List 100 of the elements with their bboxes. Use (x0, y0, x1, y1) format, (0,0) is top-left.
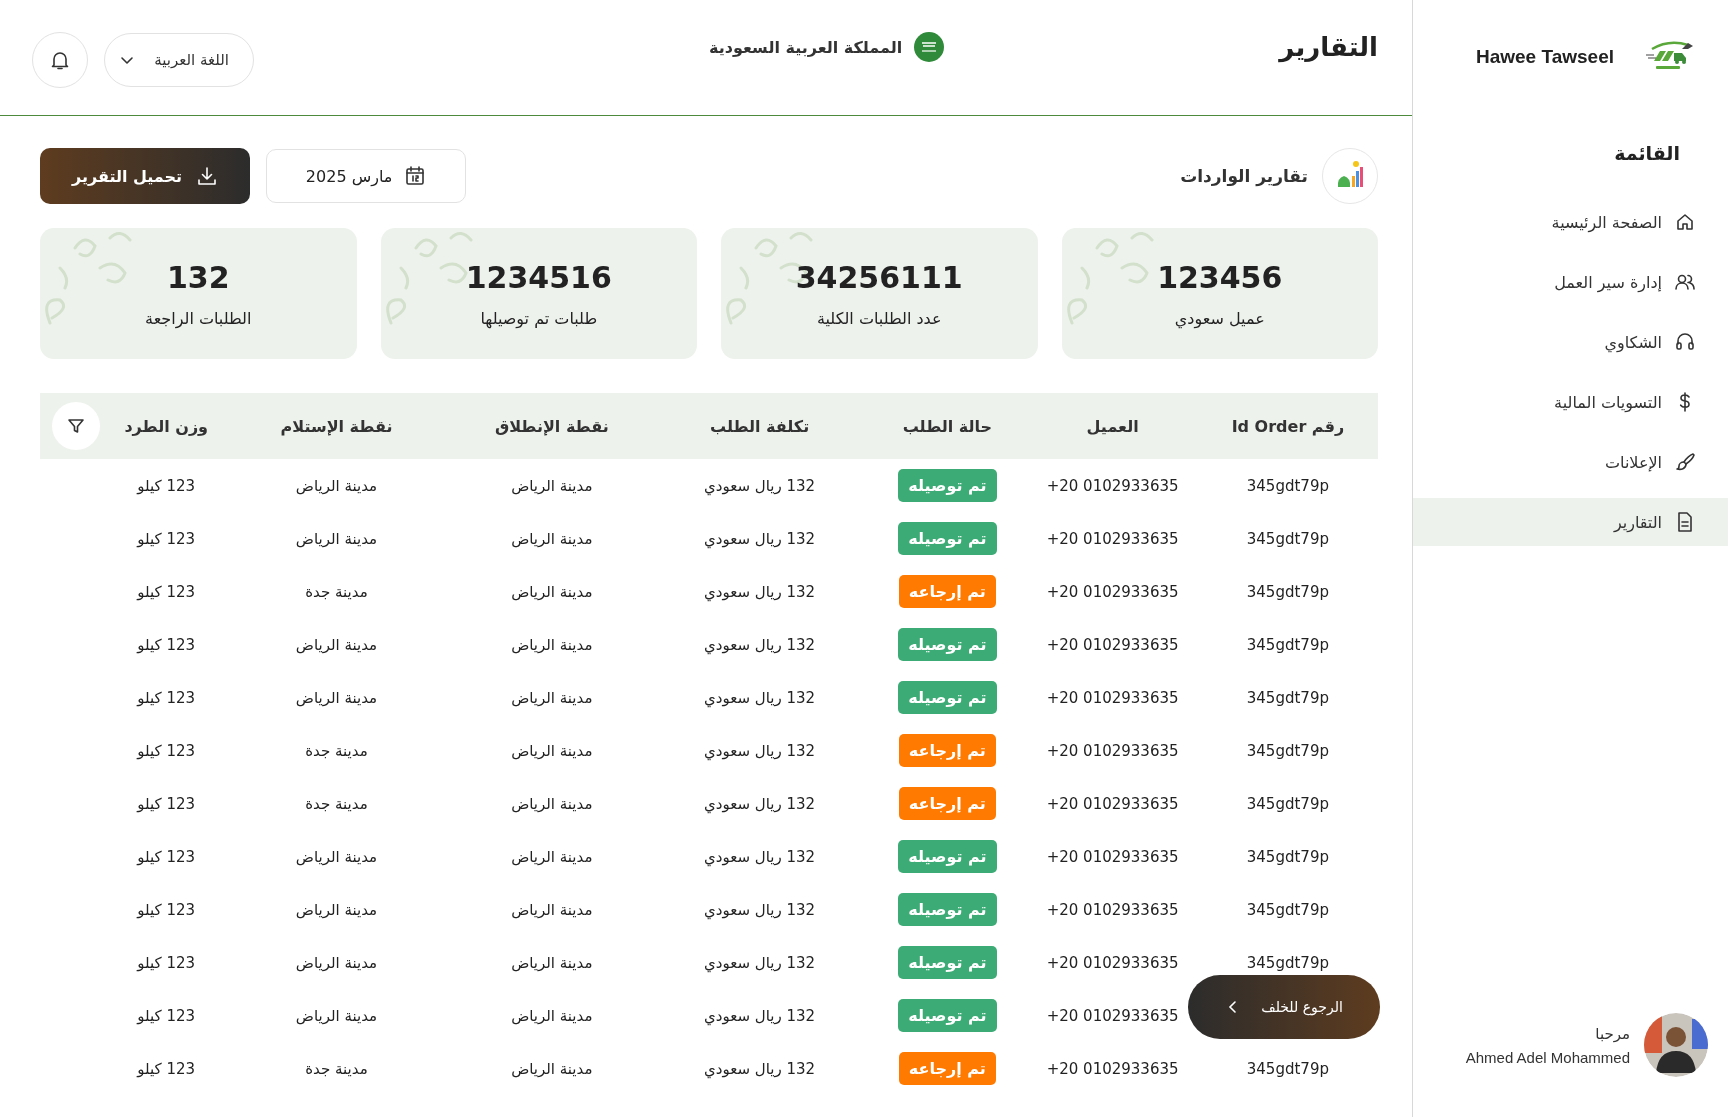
table-cell: 132 ريال سعودي (704, 953, 816, 972)
table-cell: مدينة الرياض (295, 900, 378, 919)
table-cell: 345gdt79p (1246, 688, 1329, 707)
table-cell: 123 كيلو (137, 476, 196, 495)
column-header: العميل (1086, 416, 1139, 436)
date-picker[interactable]: مارس 2025 (266, 149, 467, 203)
table-cell: +20 0102933635 (1046, 741, 1179, 760)
table-cell: مدينة الرياض (295, 847, 378, 866)
stat-value: 1234516 (465, 259, 612, 295)
table-cell: 123 كيلو (137, 635, 196, 654)
filter-button[interactable] (51, 402, 100, 450)
table-cell: +20 0102933635 (1046, 582, 1179, 601)
table-cell: +20 0102933635 (1046, 1059, 1179, 1078)
section-title: تقارير الواردات (1180, 166, 1308, 186)
home-icon (1674, 211, 1696, 233)
stat-label: عدد الطلبات الكلية (816, 308, 942, 328)
table-cell: مدينة الرياض (511, 1059, 593, 1078)
table-cell: 123 كيلو (137, 741, 196, 760)
table-cell: +20 0102933635 (1046, 688, 1179, 707)
headset-icon (1674, 331, 1696, 353)
language-dropdown[interactable]: اللغة العربية (104, 33, 254, 87)
sidebar-item[interactable]: الشكاوي (1413, 318, 1728, 366)
table-cell: 123 كيلو (137, 953, 196, 972)
table-cell: مدينة الرياض (511, 476, 593, 495)
table-cell: مدينة الرياض (511, 529, 593, 548)
brand-name: Hawee Tawseel (1476, 46, 1614, 68)
back-button[interactable]: الرجوع للخلف (1188, 975, 1380, 1039)
stat-label: الطلبات الراجعة (145, 308, 252, 328)
sidebar-item[interactable]: الصفحة الرئيسية (1413, 198, 1728, 246)
column-header: حالة الطلب (902, 416, 993, 436)
status-badge: تم توصيله (898, 522, 997, 555)
table-cell: +20 0102933635 (1046, 476, 1179, 495)
table-cell: 345gdt79p (1246, 847, 1329, 866)
user-name: Ahmed Adel Mohammed (1465, 1048, 1630, 1066)
table-cell: 132 ريال سعودي (704, 635, 816, 654)
table-cell: +20 0102933635 (1046, 900, 1179, 919)
status-badge: تم توصيله (898, 681, 997, 714)
table-cell: 123 كيلو (137, 1059, 196, 1078)
table-cell: +20 0102933635 (1046, 794, 1179, 813)
table-cell: 345gdt79p (1246, 1059, 1329, 1078)
table-cell: 345gdt79p (1246, 794, 1329, 813)
table-cell: 132 ريال سعودي (704, 1006, 816, 1025)
status-badge: تم إرجاعه (898, 1052, 996, 1085)
status-badge: تم توصيله (898, 946, 997, 979)
table-cell: مدينة الرياض (295, 476, 378, 495)
sidebar-item[interactable]: التسويات المالية (1413, 378, 1728, 426)
filter-icon (65, 416, 86, 436)
stat-value: 34256111 (795, 259, 963, 295)
table-cell: مدينة الرياض (295, 529, 378, 548)
sidebar-item[interactable]: إدارة سير العمل (1413, 258, 1728, 306)
table-cell: 345gdt79p (1246, 476, 1329, 495)
table-cell: مدينة جدة (305, 794, 368, 813)
table-cell: 132 ريال سعودي (704, 529, 816, 548)
table-cell: 345gdt79p (1246, 741, 1329, 760)
table-cell: 123 كيلو (137, 847, 196, 866)
table-cell: 123 كيلو (137, 900, 196, 919)
table-cell: +20 0102933635 (1046, 529, 1179, 548)
table-cell: 132 ريال سعودي (704, 900, 816, 919)
table-cell: 123 كيلو (137, 794, 196, 813)
table-cell: مدينة الرياض (511, 794, 593, 813)
table-cell: مدينة الرياض (511, 953, 593, 972)
stat-value: 123456 (1157, 259, 1283, 295)
table-cell: 345gdt79p (1246, 529, 1329, 548)
column-header: نقطة الإنطلاق (494, 416, 609, 436)
table-cell: مدينة الرياض (295, 1006, 378, 1025)
table-cell: مدينة الرياض (511, 635, 593, 654)
flag-icon (914, 32, 945, 62)
table-cell: 123 كيلو (137, 1006, 196, 1025)
table-cell: مدينة الرياض (511, 847, 593, 866)
table-cell: مدينة الرياض (511, 688, 593, 707)
table-cell: +20 0102933635 (1046, 1006, 1179, 1025)
column-header: نقطة الإستلام (280, 416, 393, 436)
country-name: المملكة العربية السعودية (709, 37, 903, 57)
column-header: وزن الطرد (124, 416, 209, 436)
table-cell: مدينة الرياض (511, 582, 593, 601)
status-badge: تم توصيله (898, 840, 997, 873)
table-cell: مدينة الرياض (511, 1006, 593, 1025)
sidebar-item[interactable]: التقارير (1413, 498, 1728, 546)
download-icon (196, 165, 219, 187)
table-cell: 345gdt79p (1246, 635, 1329, 654)
stat-label: عميل سعودي (1174, 308, 1265, 328)
table-cell: 132 ريال سعودي (704, 1059, 816, 1078)
table-cell: مدينة جدة (305, 582, 368, 601)
stat-label: طلبات تم توصيلها (480, 308, 598, 328)
bell-icon (49, 49, 71, 71)
sidebar-item[interactable]: الإعلانات (1413, 438, 1728, 486)
table-cell: 123 كيلو (137, 688, 196, 707)
table-cell: 132 ريال سعودي (704, 476, 816, 495)
notifications-button[interactable] (32, 32, 88, 88)
status-badge: تم توصيله (898, 628, 997, 661)
table-cell: مدينة الرياض (295, 953, 378, 972)
table-cell: مدينة الرياض (511, 900, 593, 919)
table-cell: +20 0102933635 (1046, 635, 1179, 654)
calendar-icon (404, 165, 427, 187)
download-button[interactable]: تحميل التقرير (40, 148, 251, 204)
status-badge: تم توصيله (898, 469, 997, 502)
table-cell: 123 كيلو (137, 529, 196, 548)
status-badge: تم إرجاعه (898, 575, 996, 608)
status-badge: تم إرجاعه (898, 734, 996, 767)
page-title: التقارير (1279, 32, 1378, 62)
